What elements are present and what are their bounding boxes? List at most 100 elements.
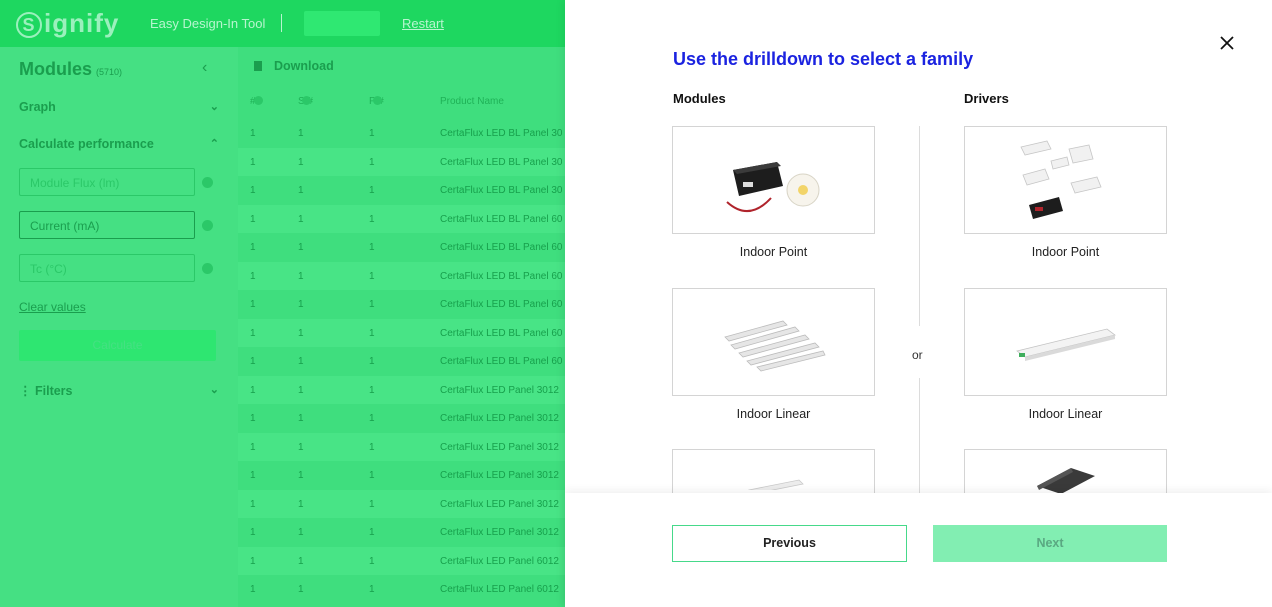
table-cell: 1 (250, 128, 256, 139)
driver-card-indoor-linear[interactable] (964, 288, 1167, 396)
table-cell: 1 (369, 213, 375, 225)
table-cell: 1 (250, 242, 256, 253)
table-cell: 1 (369, 356, 375, 367)
table-cell: CertaFlux LED Panel 6012 (440, 555, 559, 567)
table-cell: 1 (298, 498, 304, 510)
graph-label: Graph (19, 100, 56, 114)
column-divider (919, 126, 920, 326)
calculate-button[interactable]: Calculate (19, 330, 216, 361)
close-icon (1220, 36, 1234, 50)
table-row[interactable]: 1 1 1 CertaFlux LED Panel 3012 (238, 518, 565, 547)
table-cell: 1 (369, 185, 375, 196)
table-row[interactable]: 1 1 1 CertaFlux LED BL Panel 30 (238, 119, 565, 148)
table-cell: 1 (250, 270, 256, 282)
clear-values-link[interactable]: Clear values (19, 300, 86, 314)
table-cell: 1 (250, 470, 256, 481)
calculate-performance-section[interactable]: Calculate performance ⌃ (19, 137, 219, 151)
table-cell: 1 (250, 413, 256, 424)
tc-input[interactable]: Tc (°C) (19, 254, 195, 282)
close-button[interactable] (1217, 33, 1237, 53)
table-cell: 1 (369, 470, 375, 481)
table-row[interactable]: 1 1 1 CertaFlux LED Panel 3012 (238, 461, 565, 490)
drivers-heading: Drivers (964, 91, 1009, 106)
table-cell: 1 (250, 527, 256, 538)
table-row[interactable]: 1 1 1 CertaFlux LED Panel 3012 (238, 489, 565, 518)
modules-heading: Modules (673, 91, 726, 106)
table-row[interactable]: 1 1 1 CertaFlux LED BL Panel 30 (238, 176, 565, 205)
download-button[interactable]: Download (254, 59, 334, 73)
collapse-sidebar-icon[interactable]: ‹ (202, 59, 207, 77)
previous-button[interactable]: Previous (672, 525, 907, 562)
table-cell: 1 (298, 270, 304, 282)
module-card-indoor-linear[interactable] (672, 288, 875, 396)
table-cell: 1 (298, 441, 304, 453)
filters-section[interactable]: ⋮ Filters ⌄ (19, 383, 219, 398)
table-cell: 1 (369, 584, 375, 595)
info-icon (373, 96, 382, 105)
logo-text: ignify (44, 8, 120, 38)
table-cell: 1 (369, 527, 375, 538)
table-cell: 1 (250, 156, 256, 168)
table-row[interactable]: 1 1 1 CertaFlux LED BL Panel 60 (238, 347, 565, 376)
module-card-indoor-point[interactable] (672, 126, 875, 234)
column-header[interactable]: Product Name (440, 96, 504, 107)
table-cell: 1 (298, 356, 304, 367)
module-flux-input[interactable]: Module Flux (lm) (19, 168, 195, 196)
tool-name: Easy Design-In Tool (150, 16, 266, 31)
column-divider (919, 378, 920, 498)
next-button[interactable]: Next (933, 525, 1167, 562)
panel-title: Use the drilldown to select a family (673, 49, 974, 69)
table-row[interactable]: 1 1 1 CertaFlux LED Panel 3012 (238, 375, 565, 404)
table-row[interactable]: 1 1 1 CertaFlux LED BL Panel 60 (238, 318, 565, 347)
table-cell: 1 (369, 413, 375, 424)
indoor-point-module-image (725, 162, 819, 212)
module-card-label: Indoor Point (739, 245, 808, 259)
table-cell: CertaFlux LED BL Panel 60 (440, 299, 563, 310)
panel-footer: Previous Next (565, 493, 1272, 607)
table-row[interactable]: 1 1 1 CertaFlux LED BL Panel 60 (238, 233, 565, 262)
filters-label-text: Filters (34, 384, 73, 398)
table-cell: 1 (298, 555, 304, 567)
current-input[interactable]: Current (mA) (19, 211, 195, 239)
download-label: Download (274, 59, 334, 73)
table-cell: CertaFlux LED BL Panel 30 (440, 128, 563, 139)
info-icon[interactable] (202, 177, 213, 188)
table-cell: 1 (250, 327, 256, 339)
driver-card-indoor-point[interactable] (964, 126, 1167, 234)
table-cell: 1 (369, 384, 375, 396)
table-row[interactable]: 1 1 1 CertaFlux LED Panel 6012 (238, 546, 565, 575)
filters-label: ⋮ Filters (19, 384, 73, 398)
table-cell: 1 (369, 156, 375, 168)
indoor-linear-module-image (723, 320, 826, 372)
table-row[interactable]: 1 1 1 CertaFlux LED BL Panel 60 (238, 261, 565, 290)
table-cell: 1 (250, 384, 256, 396)
logo-initial: S (16, 12, 42, 39)
table-cell: 1 (369, 242, 375, 253)
signify-logo[interactable]: Signify (16, 8, 119, 39)
graph-section[interactable]: Graph ⌄ (19, 100, 219, 114)
table-row[interactable]: 1 1 1 CertaFlux LED BL Panel 30 (238, 147, 565, 176)
info-icon[interactable] (202, 220, 213, 231)
table-cell: 1 (298, 213, 304, 225)
table-cell: 1 (298, 128, 304, 139)
restart-link[interactable]: Restart (402, 16, 444, 31)
table-cell: CertaFlux LED Panel 3012 (440, 470, 559, 481)
driver-card-label: Indoor Point (1031, 245, 1100, 259)
module-card-label: Indoor Linear (736, 407, 811, 421)
table-cell: 1 (369, 327, 375, 339)
sidebar: Modules (5710) ‹ Graph ⌄ Calculate perfor… (0, 47, 238, 607)
table-row[interactable]: 1 1 1 CertaFlux LED Panel 3012 (238, 432, 565, 461)
table-cell: 1 (298, 299, 304, 310)
table-row[interactable]: 1 1 1 CertaFlux LED BL Panel 60 (238, 204, 565, 233)
table-cell: 1 (298, 327, 304, 339)
table-cell: CertaFlux LED BL Panel 60 (440, 213, 563, 225)
table-row[interactable]: 1 1 1 CertaFlux LED BL Panel 60 (238, 290, 565, 319)
header-primary-button[interactable] (304, 11, 380, 36)
info-icon[interactable] (202, 263, 213, 274)
table-row[interactable]: 1 1 1 CertaFlux LED Panel 6012 (238, 575, 565, 604)
table-cell: 1 (369, 498, 375, 510)
table-cell: CertaFlux LED BL Panel 60 (440, 327, 563, 339)
table-cell: CertaFlux LED Panel 3012 (440, 384, 559, 396)
table-cell: 1 (250, 498, 256, 510)
table-row[interactable]: 1 1 1 CertaFlux LED Panel 3012 (238, 404, 565, 433)
